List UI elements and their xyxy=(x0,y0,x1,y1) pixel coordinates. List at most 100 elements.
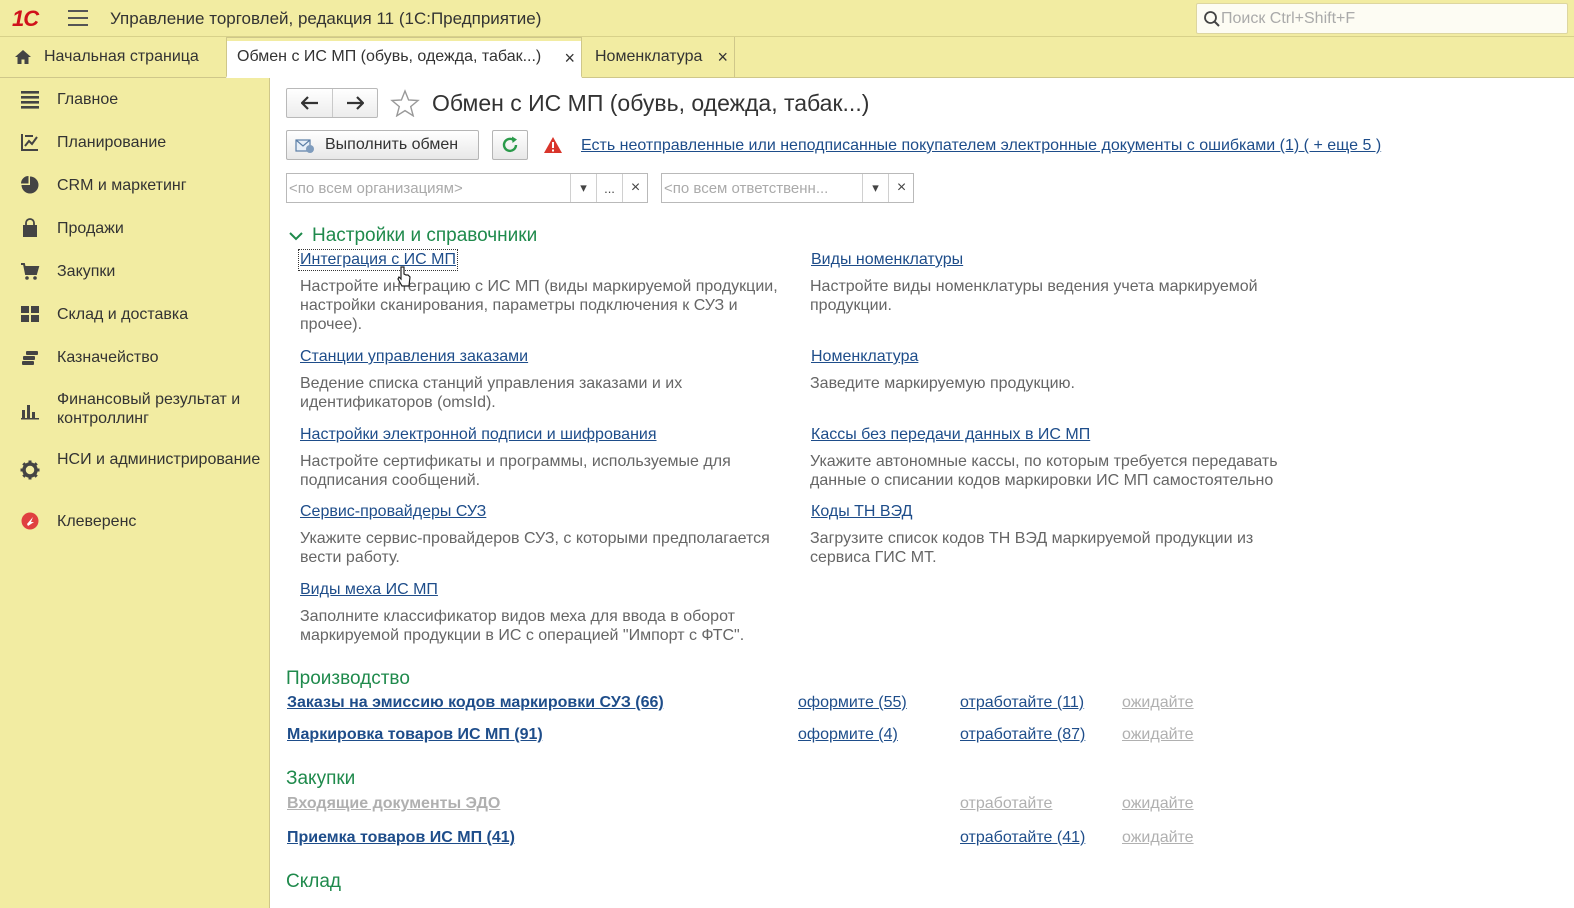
desc-suz-providers: Укажите сервис-провайдеров СУЗ, с которы… xyxy=(300,530,770,566)
warehouse-icon xyxy=(21,306,39,322)
desc-nomenclature: Заведите маркируемую продукцию. xyxy=(810,375,1075,392)
action-wait-marking[interactable]: ожидайте xyxy=(1122,726,1194,744)
link-order-stations[interactable]: Станции управления заказами xyxy=(300,348,528,366)
tab-close-icon[interactable]: × xyxy=(717,47,728,67)
tab-label: Обмен с ИС МП (обувь, одежда, табак...) xyxy=(237,48,542,65)
link-nomenclature-types[interactable]: Виды номенклатуры xyxy=(811,251,963,269)
action-fill-emission[interactable]: оформите (55) xyxy=(798,694,907,712)
link-goods-acceptance[interactable]: Приемка товаров ИС МП (41) xyxy=(287,829,515,847)
refresh-button[interactable] xyxy=(492,130,528,160)
home-icon xyxy=(15,50,31,64)
link-emission-orders[interactable]: Заказы на эмиссию кодов маркировки СУЗ (… xyxy=(287,694,664,712)
organization-select-button[interactable]: ... xyxy=(596,174,622,202)
link-fur-types[interactable]: Виды меха ИС МП xyxy=(300,581,438,599)
responsible-filter[interactable]: ▾ × xyxy=(661,173,914,203)
favorite-star-icon[interactable] xyxy=(390,89,420,117)
sidebar-item-warehouse[interactable]: Склад и доставка xyxy=(0,304,270,324)
main-menu-icon[interactable] xyxy=(68,10,88,26)
sidebar-item-label: Закупки xyxy=(57,262,116,280)
tab-bar: Начальная страница Обмен с ИС МП (обувь,… xyxy=(0,37,1574,78)
refresh-icon xyxy=(502,136,518,153)
sidebar-item-cleverence[interactable]: Клеверенс xyxy=(0,511,270,531)
sidebar-item-label: Клеверенс xyxy=(57,512,137,530)
action-fill-marking[interactable]: оформите (4) xyxy=(798,726,898,744)
desc-nomenclature-types: Настройте виды номенклатуры ведения учет… xyxy=(810,278,1258,314)
responsible-clear-button[interactable]: × xyxy=(888,174,914,202)
sidebar-item-label: Продажи xyxy=(57,219,124,237)
menu-lines-icon xyxy=(21,91,39,109)
sidebar-item-label: Главное xyxy=(57,90,119,108)
sidebar-item-planning[interactable]: Планирование xyxy=(0,132,270,152)
desc-offline-cash: Укажите автономные кассы, по которым тре… xyxy=(810,453,1278,489)
organization-dropdown-button[interactable]: ▾ xyxy=(570,174,596,202)
sidebar-item-treasury[interactable]: Казначейство xyxy=(0,347,270,367)
sidebar-item-admin[interactable]: НСИ и администрирование xyxy=(0,450,270,488)
tab-label: Начальная страница xyxy=(44,48,199,65)
organization-filter[interactable]: ▾ ... × xyxy=(286,173,648,203)
action-wait-emission[interactable]: ожидайте xyxy=(1122,694,1194,712)
organization-clear-button[interactable]: × xyxy=(622,174,648,202)
desc-fur-types: Заполните классификатор видов меха для в… xyxy=(300,608,745,644)
link-nomenclature[interactable]: Номенклатура xyxy=(811,348,918,366)
action-process-marking[interactable]: отработайте (87) xyxy=(960,726,1085,744)
arrow-right-icon xyxy=(347,96,364,110)
sidebar-item-sales[interactable]: Продажи xyxy=(0,218,270,238)
sidebar-item-purchases[interactable]: Закупки xyxy=(0,261,270,281)
pie-icon xyxy=(21,176,39,194)
arrow-left-icon xyxy=(300,96,318,110)
execute-exchange-label: Выполнить обмен xyxy=(325,136,459,153)
link-tnved-codes[interactable]: Коды ТН ВЭД xyxy=(811,503,912,521)
warning-icon xyxy=(544,137,562,153)
responsible-dropdown-button[interactable]: ▾ xyxy=(862,174,888,202)
action-process-edo[interactable]: отработайте xyxy=(960,795,1052,813)
purchases-group-header: Закупки xyxy=(286,768,356,789)
gear-icon xyxy=(20,460,40,480)
sidebar-item-label: НСИ и администрирование xyxy=(57,451,261,468)
sidebar: Главное Планирование CRM и маркетинг Про… xyxy=(0,78,270,908)
sidebar-item-label: Склад и доставка xyxy=(57,305,189,323)
link-ismp-integration[interactable]: Интеграция с ИС МП xyxy=(298,249,458,271)
responsible-input[interactable] xyxy=(664,177,860,199)
action-wait-edo[interactable]: ожидайте xyxy=(1122,795,1194,813)
sidebar-item-main[interactable]: Главное xyxy=(0,89,270,109)
settings-group-header[interactable]: Настройки и справочники xyxy=(312,225,537,247)
production-group-header: Производство xyxy=(286,668,410,689)
warehouse-group-header: Склад xyxy=(286,871,341,892)
sidebar-item-label: Казначейство xyxy=(57,348,159,366)
desc-tnved-codes: Загрузите список кодов ТН ВЭД маркируемо… xyxy=(810,530,1254,566)
app-title: Управление торговлей, редакция 11 (1С:Пр… xyxy=(110,9,542,28)
planning-icon xyxy=(21,134,38,151)
page-title: Обмен с ИС МП (обувь, одежда, табак...) xyxy=(432,90,870,116)
link-incoming-edo[interactable]: Входящие документы ЭДО xyxy=(287,795,500,813)
tab-label: Номенклатура xyxy=(595,48,703,65)
tab-nomenclature[interactable]: Номенклатура × xyxy=(585,37,735,77)
global-search[interactable] xyxy=(1196,3,1568,34)
collapse-chevron-icon[interactable] xyxy=(289,231,303,241)
forward-button[interactable] xyxy=(332,89,377,117)
desc-order-stations: Ведение списка станций управления заказа… xyxy=(300,375,683,411)
sidebar-item-label: CRM и маркетинг xyxy=(57,176,187,194)
sidebar-item-finance[interactable]: Финансовый результат и контроллинг xyxy=(0,390,270,428)
errors-warning-link[interactable]: Есть неотправленные или неподписанные по… xyxy=(581,137,1381,155)
search-icon xyxy=(1204,11,1220,27)
tab-close-icon[interactable]: × xyxy=(564,48,575,68)
link-goods-marking[interactable]: Маркировка товаров ИС МП (91) xyxy=(287,726,543,744)
link-suz-providers[interactable]: Сервис-провайдеры СУЗ xyxy=(300,503,486,521)
back-button[interactable] xyxy=(287,89,332,117)
sidebar-item-crm[interactable]: CRM и маркетинг xyxy=(0,175,270,195)
action-process-acceptance[interactable]: отработайте (41) xyxy=(960,829,1085,847)
organization-input[interactable] xyxy=(289,177,567,199)
tab-home[interactable]: Начальная страница xyxy=(0,37,222,77)
cart-icon xyxy=(21,263,40,280)
execute-exchange-button[interactable]: Выполнить обмен xyxy=(286,130,479,160)
link-signature-settings[interactable]: Настройки электронной подписи и шифрован… xyxy=(300,426,657,444)
app-logo[interactable]: 1С xyxy=(12,6,39,31)
bag-icon xyxy=(23,218,37,237)
search-input[interactable] xyxy=(1221,7,1561,31)
tab-ismp-exchange[interactable]: Обмен с ИС МП (обувь, одежда, табак...) … xyxy=(226,37,582,78)
coins-icon xyxy=(22,351,38,365)
title-bar: 1С Управление торговлей, редакция 11 (1С… xyxy=(0,0,1574,37)
action-wait-acceptance[interactable]: ожидайте xyxy=(1122,829,1194,847)
link-offline-cash[interactable]: Кассы без передачи данных в ИС МП xyxy=(811,426,1090,444)
action-process-emission[interactable]: отработайте (11) xyxy=(960,694,1084,712)
